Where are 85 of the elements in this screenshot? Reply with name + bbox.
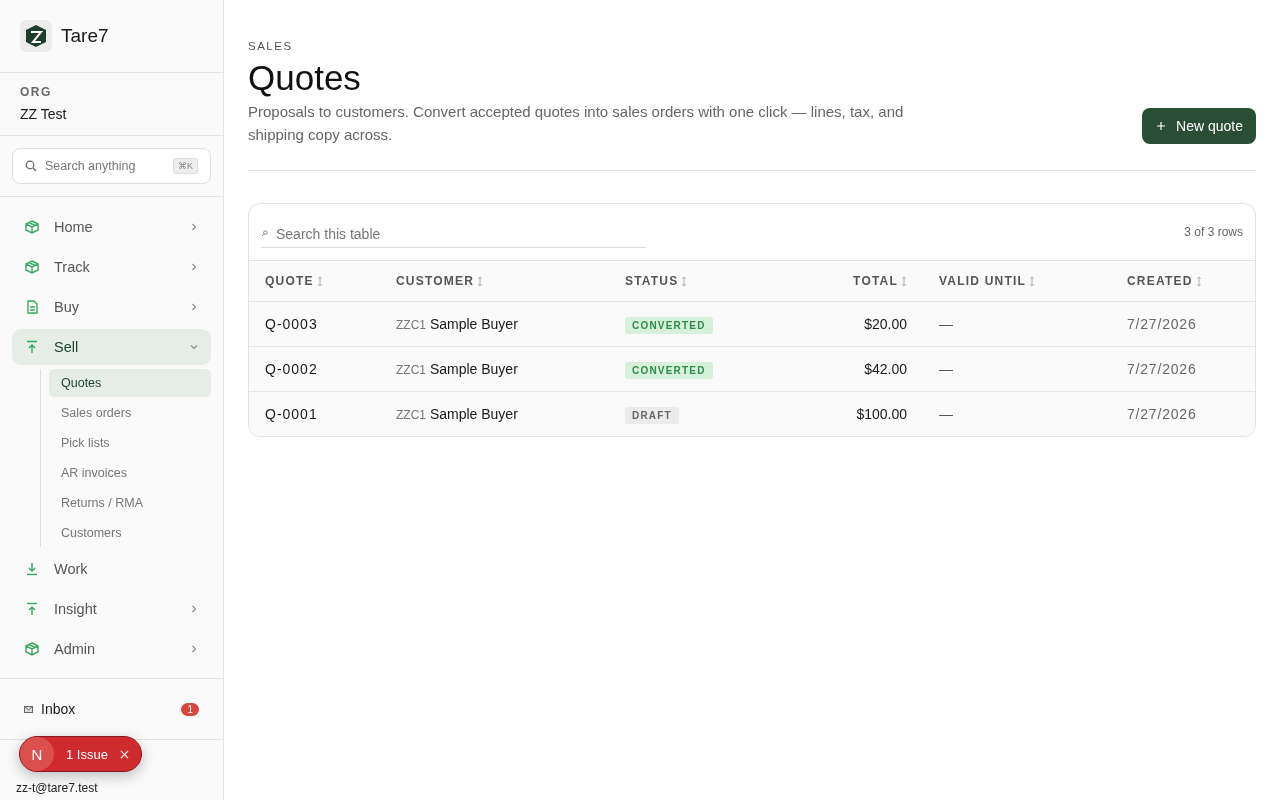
page-description: Proposals to customers. Convert accepted quotes into sales orders with one click — lines, tax, and shipping copy across. <box>248 102 905 145</box>
nav-icon <box>24 219 40 235</box>
sort-icon <box>477 275 484 287</box>
nav-item[interactable]: Buy <box>12 289 211 325</box>
chevron-right-icon <box>189 222 199 232</box>
envelope-icon <box>24 705 33 713</box>
nav-icon <box>24 601 40 617</box>
total-amount: $100.00 <box>856 406 907 422</box>
quote-number: Q-0002 <box>265 361 318 377</box>
chevron-right-icon <box>189 644 199 654</box>
chevron-right-icon <box>189 262 199 272</box>
table-search-field[interactable]: Search this table <box>261 216 646 248</box>
chevron-down-icon <box>189 342 199 352</box>
nav-icon <box>24 299 40 315</box>
nav-item[interactable]: Home <box>12 209 211 245</box>
search-icon <box>261 230 268 237</box>
table-row[interactable]: Q-0001 ZZC1 Sample Buyer DRAFT $100.00 — 7/27/2026 <box>249 391 1255 436</box>
column-header[interactable]: CUSTOMER <box>396 274 484 288</box>
quote-number: Q-0003 <box>265 316 318 332</box>
nav-item[interactable]: Sell <box>12 329 211 365</box>
customer-name: Sample Buyer <box>429 316 518 332</box>
nav-icon <box>24 641 40 657</box>
status-badge: CONVERTED <box>625 362 713 379</box>
nav-subitem[interactable]: Quotes <box>49 369 211 397</box>
column-header[interactable]: QUOTE <box>265 274 323 288</box>
chevron-right-icon <box>189 604 199 614</box>
nav-item[interactable]: Work <box>12 551 211 587</box>
user-email: zz-t@tare7.test <box>16 781 99 795</box>
org-label: ORG <box>20 85 53 99</box>
issue-toast[interactable]: N 1 Issue <box>19 736 142 772</box>
created-date: 7/27/2026 <box>1127 316 1197 332</box>
customer-name: Sample Buyer <box>429 406 518 422</box>
toast-label: 1 Issue <box>66 746 108 762</box>
toast-avatar: N <box>20 737 54 771</box>
nav-subitem[interactable]: Pick lists <box>49 429 211 457</box>
total-amount: $42.00 <box>864 361 907 377</box>
customer-code: ZZC1 <box>396 318 426 332</box>
sort-icon <box>901 275 907 287</box>
customer-name: Sample Buyer <box>429 361 518 377</box>
new-quote-button[interactable]: New quote <box>1142 108 1256 144</box>
nav-item[interactable]: Track <box>12 249 211 285</box>
nav-subitem[interactable]: AR invoices <box>49 459 211 487</box>
row-count: 3 of 3 rows <box>1184 225 1243 239</box>
status-badge: CONVERTED <box>625 317 713 334</box>
created-date: 7/27/2026 <box>1127 406 1197 422</box>
close-icon[interactable] <box>119 749 129 759</box>
nav-icon <box>24 259 40 275</box>
nav-item[interactable]: Insight <box>12 591 211 627</box>
logo-icon <box>20 20 52 52</box>
table-row[interactable]: Q-0003 ZZC1 Sample Buyer CONVERTED $20.00 — 7/27/2026 <box>249 301 1255 347</box>
nav-icon <box>24 561 40 577</box>
sort-icon <box>1195 275 1202 287</box>
table-row[interactable]: Q-0002 ZZC1 Sample Buyer CONVERTED $42.00 — 7/27/2026 <box>249 346 1255 392</box>
column-header[interactable]: STATUS <box>625 274 688 288</box>
valid-until: — <box>939 361 953 377</box>
nav-icon <box>24 339 40 355</box>
sort-icon <box>1029 275 1035 287</box>
plus-icon <box>1156 121 1167 131</box>
nav-subitem[interactable]: Customers <box>49 519 211 547</box>
inbox-count-badge: 1 <box>181 702 199 716</box>
sort-icon <box>316 275 323 287</box>
chevron-right-icon <box>189 302 199 312</box>
column-header[interactable]: TOTAL <box>853 274 907 288</box>
org-name: ZZ Test <box>20 106 68 122</box>
valid-until: — <box>939 316 953 332</box>
brand-name: Tare7 <box>61 25 109 47</box>
sort-icon <box>681 275 688 287</box>
customer-code: ZZC1 <box>396 408 426 422</box>
page-title: Quotes <box>248 58 362 98</box>
shortcut-key: ⌘K <box>173 158 198 174</box>
column-header[interactable]: CREATED <box>1127 274 1202 288</box>
nav-subitem[interactable]: Sales orders <box>49 399 211 427</box>
nav-subitem[interactable]: Returns / RMA <box>49 489 211 517</box>
search-field[interactable]: Search anything ⌘K <box>12 148 211 184</box>
column-header[interactable]: VALID UNTIL <box>939 274 1035 288</box>
status-badge: DRAFT <box>625 407 679 424</box>
quote-number: Q-0001 <box>265 406 318 422</box>
nav-item[interactable]: Admin <box>12 631 211 667</box>
created-date: 7/27/2026 <box>1127 361 1197 377</box>
inbox-item[interactable]: Inbox 1 <box>12 692 211 726</box>
valid-until: — <box>939 406 953 422</box>
page-eyebrow: SALES <box>248 40 294 52</box>
total-amount: $20.00 <box>864 316 907 332</box>
search-icon <box>25 160 37 172</box>
customer-code: ZZC1 <box>396 363 426 377</box>
